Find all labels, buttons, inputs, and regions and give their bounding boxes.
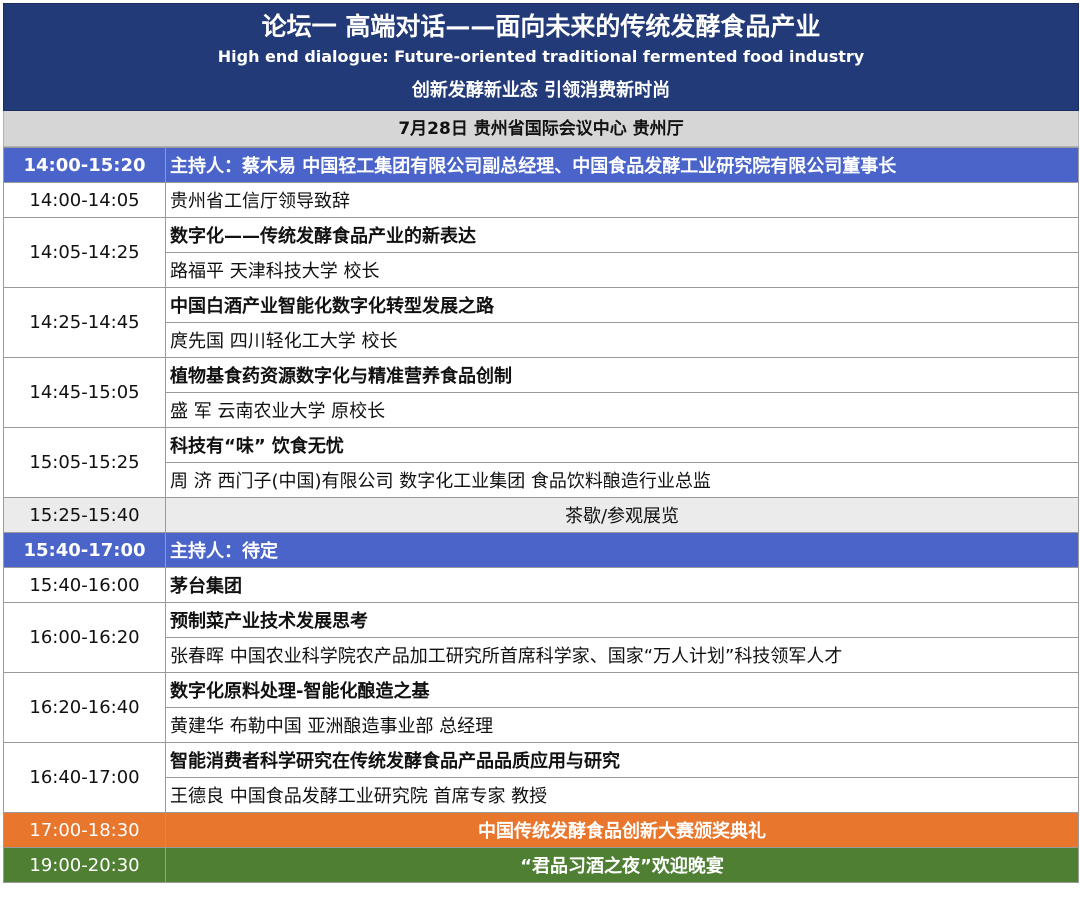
- table-row: 张春晖 中国农业科学院农产品加工研究所首席科学家、国家“万人计划”科技领军人才: [4, 637, 1079, 673]
- forum-slogan: 创新发酵新业态 引领消费新时尚: [411, 80, 671, 101]
- session2-time: 15:40-17:00: [3, 532, 166, 568]
- break-label: 茶歇/参观展览: [165, 497, 1079, 533]
- row-time: 16:40-17:00: [3, 742, 166, 813]
- row-title: 数字化——传统发酵食品产业的新表达: [165, 217, 1079, 253]
- session1-host-row: 14:00-15:20 主持人：蔡木易 中国轻工集团有限公司副总经理、中国食品发…: [3, 147, 1079, 183]
- table-row: 16:20-16:40 数字化原料处理-智能化酿造之基: [3, 672, 1079, 743]
- table-row: 16:40-17:00 智能消费者科学研究在传统发酵食品产品品质应用与研究: [3, 742, 1079, 813]
- ceremony-row: 17:00-18:30 中国传统发酵食品创新大赛颁奖典礼: [3, 812, 1079, 848]
- row-title: 智能消费者科学研究在传统发酵食品产品品质应用与研究: [165, 742, 1079, 778]
- forum-header: 论坛一 高端对话——面向未来的传统发酵食品产业 High end dialogu…: [3, 3, 1079, 111]
- venue-banner: 7月28日 贵州省国际会议中心 贵州厅: [3, 111, 1079, 147]
- row-time: 16:20-16:40: [3, 672, 166, 743]
- forum-title-en: High end dialogue: Future-oriented tradi…: [217, 47, 865, 66]
- table-row: 王德良 中国食品发酵工业研究院 首席专家 教授: [4, 777, 1079, 813]
- row-speaker: 黄建华 布勒中国 亚洲酿造事业部 总经理: [165, 707, 1079, 743]
- row-time: 16:00-16:20: [3, 602, 166, 673]
- row-title: 科技有“味” 饮食无忧: [165, 427, 1079, 463]
- table-row: 路福平 天津科技大学 校长: [4, 252, 1079, 288]
- gala-row: 19:00-20:30 “君品习酒之夜”欢迎晚宴: [3, 847, 1079, 883]
- row-time: 14:05-14:25: [3, 217, 166, 288]
- row-time: 15:05-15:25: [3, 427, 166, 498]
- table-row: 16:00-16:20 预制菜产业技术发展思考: [3, 602, 1079, 673]
- row-speaker: 庹先国 四川轻化工大学 校长: [165, 322, 1079, 358]
- row-title: 中国白酒产业智能化数字化转型发展之路: [165, 287, 1079, 323]
- row-speaker: 路福平 天津科技大学 校长: [165, 252, 1079, 288]
- session2-host: 主持人：待定: [165, 532, 1079, 568]
- row-speaker: 盛 军 云南农业大学 原校长: [165, 392, 1079, 428]
- table-row: 14:25-14:45 中国白酒产业智能化数字化转型发展之路: [3, 287, 1079, 358]
- table-row: 15:40-16:00 茅台集团: [3, 567, 1079, 603]
- table-row: 14:45-15:05 植物基食药资源数字化与精准营养食品创制: [3, 357, 1079, 428]
- table-row: 盛 军 云南农业大学 原校长: [4, 392, 1079, 428]
- row-title: 预制菜产业技术发展思考: [165, 602, 1079, 638]
- forum-title-cn: 论坛一 高端对话——面向未来的传统发酵食品产业: [261, 12, 821, 41]
- session2-host-row: 15:40-17:00 主持人：待定: [3, 532, 1079, 568]
- row-time: 14:25-14:45: [3, 287, 166, 358]
- row-title: 茅台集团: [165, 567, 1079, 603]
- gala-label: “君品习酒之夜”欢迎晚宴: [165, 847, 1079, 883]
- row-title: 贵州省工信厅领导致辞: [165, 182, 1079, 218]
- gala-time: 19:00-20:30: [3, 847, 166, 883]
- schedule-sheet: 论坛一 高端对话——面向未来的传统发酵食品产业 High end dialogu…: [3, 3, 1079, 883]
- session1-host: 主持人：蔡木易 中国轻工集团有限公司副总经理、中国食品发酵工业研究院有限公司董事…: [165, 147, 1079, 183]
- row-time: 15:40-16:00: [3, 567, 166, 603]
- session1-time: 14:00-15:20: [3, 147, 166, 183]
- row-speaker: 张春晖 中国农业科学院农产品加工研究所首席科学家、国家“万人计划”科技领军人才: [165, 637, 1079, 673]
- ceremony-label: 中国传统发酵食品创新大赛颁奖典礼: [165, 812, 1079, 848]
- break-row: 15:25-15:40 茶歇/参观展览: [3, 497, 1079, 533]
- row-title: 数字化原料处理-智能化酿造之基: [165, 672, 1079, 708]
- row-time: 14:45-15:05: [3, 357, 166, 428]
- table-row: 15:05-15:25 科技有“味” 饮食无忧: [3, 427, 1079, 498]
- agenda-table: 14:00-15:20 主持人：蔡木易 中国轻工集团有限公司副总经理、中国食品发…: [3, 147, 1079, 883]
- ceremony-time: 17:00-18:30: [3, 812, 166, 848]
- table-row: 14:05-14:25 数字化——传统发酵食品产业的新表达: [3, 217, 1079, 288]
- row-title: 植物基食药资源数字化与精准营养食品创制: [165, 357, 1079, 393]
- table-row: 周 济 西门子(中国)有限公司 数字化工业集团 食品饮料酿造行业总监: [4, 462, 1079, 498]
- row-time: 14:00-14:05: [3, 182, 166, 218]
- row-speaker: 王德良 中国食品发酵工业研究院 首席专家 教授: [165, 777, 1079, 813]
- table-row: 庹先国 四川轻化工大学 校长: [4, 322, 1079, 358]
- table-row: 黄建华 布勒中国 亚洲酿造事业部 总经理: [4, 707, 1079, 743]
- table-row: 14:00-14:05 贵州省工信厅领导致辞: [3, 182, 1079, 218]
- break-time: 15:25-15:40: [3, 497, 166, 533]
- row-speaker: 周 济 西门子(中国)有限公司 数字化工业集团 食品饮料酿造行业总监: [165, 462, 1079, 498]
